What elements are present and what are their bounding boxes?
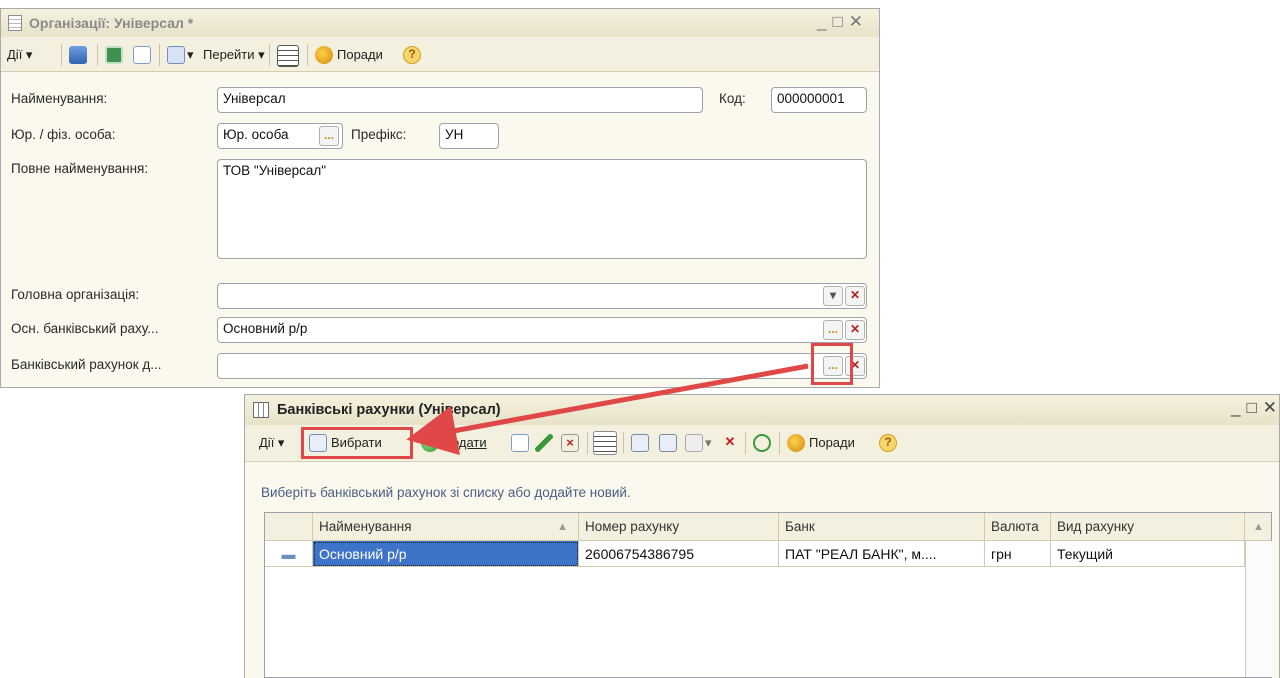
table-icon bbox=[253, 402, 269, 418]
clear-icon[interactable]: ✕ bbox=[845, 320, 865, 340]
help-icon[interactable]: ? bbox=[879, 434, 897, 452]
clear-icon[interactable]: ✕ bbox=[845, 286, 865, 306]
actions-menu[interactable]: Дії ▾ bbox=[259, 433, 284, 453]
actions-label: Дії bbox=[7, 47, 23, 62]
separator bbox=[159, 44, 160, 66]
copy-doc-icon[interactable] bbox=[133, 46, 151, 64]
bank-window-title: Банківські рахунки (Універсал) bbox=[277, 402, 501, 418]
goto-dropdown-arrow[interactable]: ▾ bbox=[187, 45, 194, 65]
table-cell-name[interactable]: Основний р/р bbox=[313, 541, 579, 567]
separator bbox=[779, 432, 780, 454]
edit-icon[interactable] bbox=[535, 434, 553, 452]
add-icon: + bbox=[421, 434, 439, 452]
add-button[interactable]: Додати bbox=[443, 433, 487, 453]
bank-account-input[interactable] bbox=[217, 353, 867, 379]
refresh-doc-icon[interactable] bbox=[105, 46, 123, 64]
main-bank-account-input[interactable]: Основний р/р bbox=[217, 317, 867, 343]
refresh-icon[interactable] bbox=[753, 434, 771, 452]
copy-icon[interactable] bbox=[511, 434, 529, 452]
goto-icon[interactable] bbox=[167, 46, 185, 64]
document-icon bbox=[8, 15, 22, 31]
highlight-box-select bbox=[811, 343, 853, 385]
help-icon[interactable]: ? bbox=[403, 46, 421, 64]
column-header-bank[interactable]: Банк bbox=[779, 513, 985, 541]
separator bbox=[269, 44, 270, 66]
name-input[interactable]: Універсал bbox=[217, 87, 703, 113]
separator bbox=[307, 44, 308, 66]
name-label: Найменування: bbox=[11, 91, 108, 106]
separator bbox=[745, 432, 746, 454]
hint-text: Виберіть банківський рахунок зі списку а… bbox=[261, 485, 631, 500]
bank-account-label: Банківський рахунок д... bbox=[11, 357, 162, 372]
separator bbox=[61, 44, 62, 66]
separator bbox=[97, 44, 98, 66]
prefix-input[interactable]: УН bbox=[439, 123, 499, 149]
table-cell-currency[interactable]: грн bbox=[985, 541, 1051, 567]
actions-label: Дії bbox=[259, 435, 275, 450]
code-input[interactable]: 000000001 bbox=[771, 87, 867, 113]
delete-icon[interactable]: × bbox=[561, 434, 579, 452]
filter-icon[interactable] bbox=[659, 434, 677, 452]
close-icon[interactable]: ✕ bbox=[849, 12, 869, 31]
column-header-currency[interactable]: Валюта bbox=[985, 513, 1051, 541]
bank-titlebar[interactable]: Банківські рахунки (Універсал) _□✕ bbox=[245, 395, 1279, 426]
sort-icon[interactable] bbox=[631, 434, 649, 452]
prefix-label: Префікс: bbox=[351, 127, 407, 142]
person-type-label: Юр. / фіз. особа: bbox=[11, 127, 116, 142]
full-name-label: Повне найменування: bbox=[11, 161, 149, 176]
filter-settings-icon[interactable] bbox=[685, 434, 703, 452]
row-marker-icon: ▬ bbox=[265, 541, 313, 567]
head-org-label: Головна організація: bbox=[11, 287, 140, 302]
head-org-input[interactable] bbox=[217, 283, 867, 309]
minimize-icon[interactable]: _ bbox=[817, 12, 832, 31]
main-bank-select-button[interactable]: ... bbox=[823, 320, 843, 340]
actions-menu[interactable]: Дії ▾ bbox=[7, 45, 32, 65]
column-header-account-type[interactable]: Вид рахунку bbox=[1051, 513, 1245, 541]
tips-icon[interactable] bbox=[315, 46, 333, 64]
chevron-down-icon[interactable]: ▾ bbox=[823, 286, 843, 306]
tips-button[interactable]: Поради bbox=[809, 433, 855, 453]
clear-filter-icon[interactable]: ✕ bbox=[721, 434, 739, 452]
highlight-box-choose bbox=[301, 427, 413, 459]
list-icon[interactable] bbox=[277, 45, 299, 67]
tips-button[interactable]: Поради bbox=[337, 45, 383, 65]
minimize-icon[interactable]: _ bbox=[1231, 398, 1246, 417]
scroll-up-icon[interactable]: ▲ bbox=[1245, 513, 1271, 541]
window-controls: _□✕ bbox=[817, 12, 869, 32]
org-toolbar: Дії ▾ ▾ Перейти ▾ Поради ? bbox=[1, 37, 879, 72]
full-name-textarea[interactable]: ТОВ "Універсал" bbox=[217, 159, 867, 259]
close-icon[interactable]: ✕ bbox=[1263, 398, 1280, 417]
column-name-label: Найменування bbox=[319, 519, 412, 534]
bank-accounts-table: Найменування ▲ Номер рахунку Банк Валюта… bbox=[264, 512, 1272, 678]
org-window-title: Організації: Універсал * bbox=[29, 15, 194, 31]
maximize-icon[interactable]: □ bbox=[1246, 398, 1262, 417]
bank-toolbar: Дії ▾ Вибрати + Додати × ▾ ✕ Поради ? bbox=[245, 425, 1279, 462]
maximize-icon[interactable]: □ bbox=[832, 12, 848, 31]
table-cell-account-type[interactable]: Текущий bbox=[1051, 541, 1245, 567]
hierarchy-icon[interactable] bbox=[593, 431, 617, 455]
column-header-name[interactable]: Найменування ▲ bbox=[313, 513, 579, 541]
main-bank-account-label: Осн. банківський раху... bbox=[11, 321, 159, 336]
column-header-account-number[interactable]: Номер рахунку bbox=[579, 513, 779, 541]
table-cell-account-number[interactable]: 26006754386795 bbox=[579, 541, 779, 567]
code-label: Код: bbox=[719, 91, 746, 106]
goto-label: Перейти bbox=[203, 47, 255, 62]
separator bbox=[623, 432, 624, 454]
goto-menu[interactable]: Перейти ▾ bbox=[203, 45, 265, 65]
table-cell-bank[interactable]: ПАТ "РЕАЛ БАНК", м.... bbox=[779, 541, 985, 567]
separator bbox=[587, 432, 588, 454]
org-titlebar[interactable]: Організації: Універсал * _□✕ bbox=[1, 9, 879, 38]
post-icon[interactable] bbox=[69, 46, 87, 64]
vertical-scrollbar[interactable] bbox=[1245, 541, 1272, 677]
sort-ascending-icon: ▲ bbox=[557, 521, 568, 533]
row-marker-header bbox=[265, 513, 313, 541]
tips-icon[interactable] bbox=[787, 434, 805, 452]
organization-window: Організації: Універсал * _□✕ Дії ▾ ▾ Пер… bbox=[0, 8, 880, 388]
window-controls: _□✕ bbox=[1231, 398, 1280, 418]
person-type-select-button[interactable]: ... bbox=[319, 126, 339, 146]
filter-dropdown-arrow[interactable]: ▾ bbox=[705, 433, 712, 453]
